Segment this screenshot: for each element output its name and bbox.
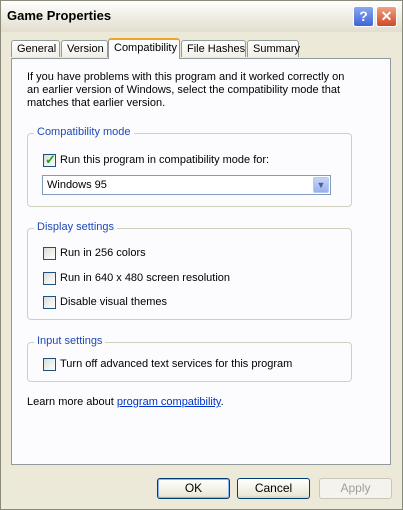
checkbox-box[interactable] bbox=[43, 296, 56, 309]
cancel-button[interactable]: Cancel bbox=[237, 478, 310, 499]
properties-dialog: Game Properties ? ✕ General Version Comp… bbox=[0, 0, 403, 510]
intro-text: If you have problems with this program a… bbox=[27, 71, 345, 109]
os-select[interactable]: Windows 95 ▼ bbox=[42, 175, 331, 195]
apply-button[interactable]: Apply bbox=[319, 478, 392, 499]
tab-version[interactable]: Version bbox=[61, 40, 108, 57]
tab-general[interactable]: General bbox=[11, 40, 60, 57]
tab-file-hashes[interactable]: File Hashes bbox=[181, 40, 246, 57]
checkbox-label: Run this program in compatibility mode f… bbox=[60, 154, 270, 166]
help-button[interactable]: ? bbox=[353, 6, 374, 27]
checkbox-box[interactable] bbox=[43, 247, 56, 260]
checkbox-label: Run in 640 x 480 screen resolution bbox=[60, 272, 230, 284]
learn-more-text: Learn more about program compatibility. bbox=[27, 396, 224, 408]
checkbox-box[interactable] bbox=[43, 272, 56, 285]
checkbox-box[interactable] bbox=[43, 358, 56, 371]
display-settings-group: Display settings Run in 256 colors Run i… bbox=[27, 221, 352, 320]
input-settings-group: Input settings Turn off advanced text se… bbox=[27, 335, 352, 382]
tab-summary[interactable]: Summary bbox=[247, 40, 300, 57]
program-compatibility-link[interactable]: program compatibility bbox=[117, 396, 221, 408]
compatibility-mode-group: Compatibility mode ✓ Run this program in… bbox=[27, 126, 352, 207]
close-button[interactable]: ✕ bbox=[376, 6, 397, 27]
help-icon: ? bbox=[359, 8, 368, 24]
window-title: Game Properties bbox=[7, 8, 112, 23]
learn-more-prefix: Learn more about bbox=[27, 396, 117, 408]
checkbox-box[interactable]: ✓ bbox=[43, 152, 56, 167]
compatibility-panel: If you have problems with this program a… bbox=[11, 58, 391, 465]
checkbox-label: Disable visual themes bbox=[60, 296, 167, 308]
tab-compatibility[interactable]: Compatibility bbox=[108, 38, 180, 59]
checkbox-label: Turn off advanced text services for this… bbox=[60, 358, 293, 370]
close-icon: ✕ bbox=[380, 8, 393, 24]
group-legend: Compatibility mode bbox=[34, 126, 134, 138]
ok-button[interactable]: OK bbox=[157, 478, 230, 499]
checkbox-label: Run in 256 colors bbox=[60, 247, 146, 259]
chevron-down-icon[interactable]: ▼ bbox=[313, 177, 329, 193]
check-icon: ✓ bbox=[45, 152, 56, 167]
learn-more-suffix: . bbox=[220, 396, 224, 408]
select-value: Windows 95 bbox=[47, 179, 107, 191]
title-bar[interactable]: Game Properties ? ✕ bbox=[1, 1, 402, 32]
group-legend: Display settings bbox=[34, 221, 118, 233]
group-legend: Input settings bbox=[34, 335, 106, 347]
